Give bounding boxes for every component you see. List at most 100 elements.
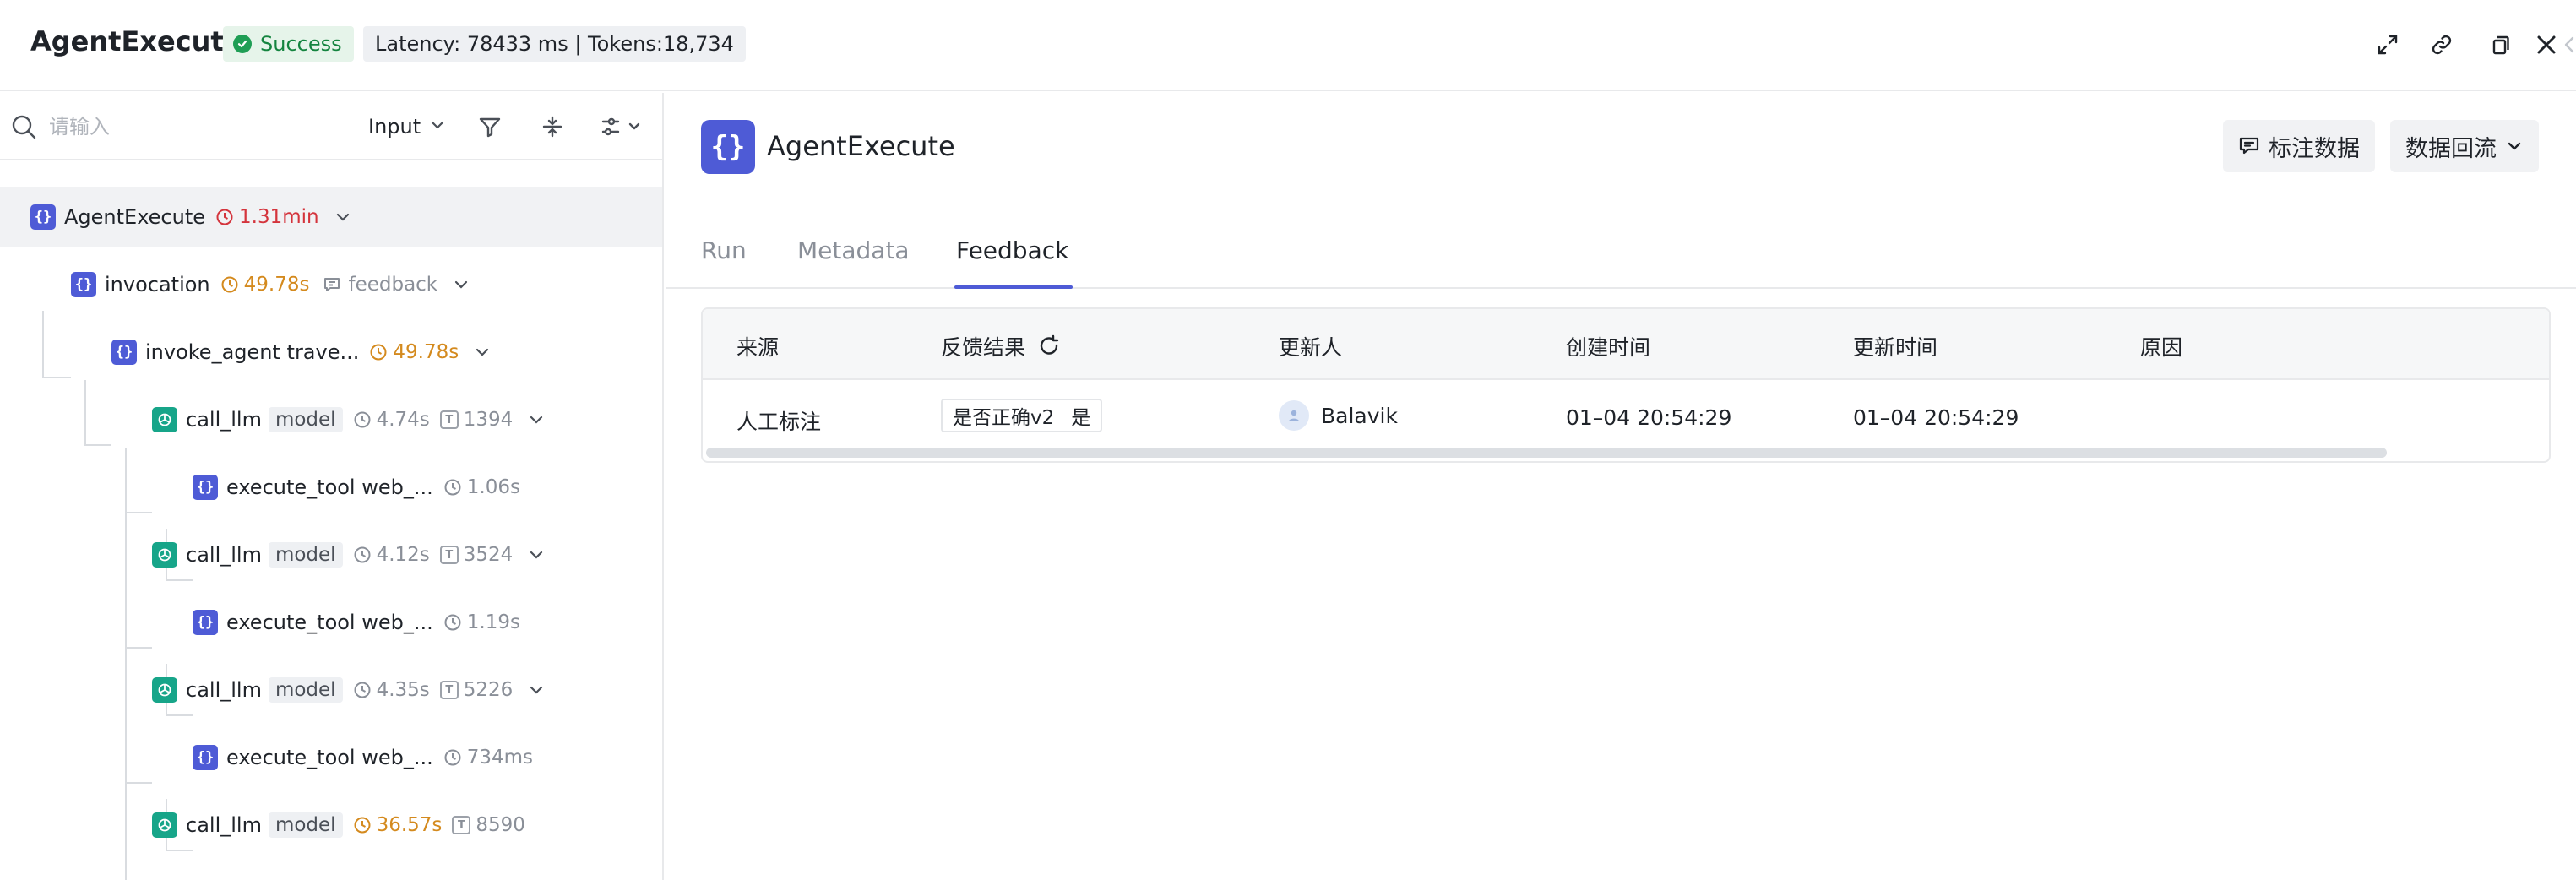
avatar <box>1279 400 1309 431</box>
chevron-down-icon[interactable] <box>526 680 546 700</box>
duration: 1.19s <box>443 611 520 633</box>
tree-node-invoke-agent[interactable]: {} invoke_agent trave... 49.78s <box>0 323 662 382</box>
duration: 4.35s <box>353 679 430 701</box>
chevron-down-icon[interactable] <box>526 410 546 430</box>
token-count: T 1394 <box>439 409 513 431</box>
tree-node-call-llm[interactable]: call_llm model 4.74s T 1394 <box>0 390 662 449</box>
duration: 49.78s <box>369 341 459 363</box>
close-icon[interactable] <box>2529 27 2564 62</box>
tab-feedback[interactable]: Feedback <box>956 236 1068 264</box>
cell-updater: Balavik <box>1279 399 1398 432</box>
duration: 734ms <box>443 747 533 769</box>
table-header: 来源 反馈结果 更新人 创建时间 更新时间 原因 <box>703 309 2549 380</box>
chevron-down-icon[interactable] <box>333 207 353 227</box>
braces-icon: {} <box>111 340 137 365</box>
column-header-source: 来源 <box>736 335 780 360</box>
clock-icon <box>444 614 461 631</box>
latency-tokens-badge: Latency: 78433 ms | Tokens:18,734 <box>363 26 746 62</box>
braces-icon: {} <box>701 120 755 174</box>
input-field-select[interactable]: Input <box>368 110 446 144</box>
chevron-down-icon <box>2508 142 2521 150</box>
llm-icon <box>152 677 177 703</box>
search-icon <box>10 113 37 140</box>
model-tag: model <box>268 542 343 568</box>
check-circle-icon <box>233 35 252 53</box>
braces-icon: {} <box>193 745 218 770</box>
filter-icon[interactable] <box>475 111 505 142</box>
tree-node-call-llm[interactable]: call_llm model 36.57s T 8590 <box>0 796 662 855</box>
tree-node-execute-tool[interactable]: {} execute_tool web_... 1.06s <box>0 458 662 517</box>
model-tag: model <box>268 677 343 703</box>
horizontal-scrollbar[interactable] <box>706 448 2387 458</box>
clock-icon <box>444 749 461 766</box>
clock-icon <box>354 682 371 698</box>
copy-icon[interactable] <box>2483 27 2519 62</box>
braces-icon: {} <box>30 204 56 230</box>
llm-icon <box>152 542 177 568</box>
expand-icon[interactable] <box>2370 27 2405 62</box>
tree-toolbar: Input <box>0 93 664 160</box>
detail-panel: {} AgentExecute 标注数据 数据回流 Run Metadata F… <box>666 93 2576 880</box>
cell-updated: 01–04 20:54:29 <box>1853 405 2019 430</box>
tab-metadata[interactable]: Metadata <box>797 236 910 264</box>
feedback-table: 来源 反馈结果 更新人 创建时间 更新时间 原因 人工标注 是否正确v2 是 B… <box>701 307 2551 463</box>
refresh-icon[interactable] <box>1037 334 1061 358</box>
status-text: Success <box>260 32 342 56</box>
duration: 1.31min <box>215 206 319 228</box>
clock-icon <box>354 546 371 563</box>
token-count: T 5226 <box>439 679 513 701</box>
clock-icon <box>444 479 461 496</box>
duration: 4.12s <box>353 544 430 566</box>
chevron-down-icon[interactable] <box>451 274 471 295</box>
clock-icon <box>216 209 233 225</box>
tree-node-execute-tool[interactable]: {} execute_tool web_... 734ms <box>0 728 662 787</box>
token-count: T 8590 <box>452 814 525 836</box>
tree-node-call-llm[interactable]: call_llm model 4.12s T 3524 <box>0 525 662 584</box>
model-tag: model <box>268 407 343 432</box>
model-tag: model <box>268 812 343 838</box>
tree-node-invocation[interactable]: {} invocation 49.78s feedback <box>0 255 662 314</box>
status-badge: Success <box>223 26 354 62</box>
top-header: AgentExecute Success Latency: 78433 ms |… <box>0 0 2576 91</box>
search-input[interactable] <box>49 108 328 145</box>
data-backflow-button[interactable]: 数据回流 <box>2390 120 2539 172</box>
link-icon[interactable] <box>2424 27 2459 62</box>
column-header-updated: 更新时间 <box>1853 335 1938 360</box>
clock-icon <box>221 276 238 293</box>
token-count: T 3524 <box>439 544 513 566</box>
clock-icon <box>354 817 371 834</box>
input-select-label: Input <box>368 115 421 139</box>
detail-title: AgentExecute <box>767 130 955 162</box>
feedback-tag: 是否正确v2 是 <box>941 399 1103 432</box>
llm-icon <box>152 407 177 432</box>
duration: 49.78s <box>220 274 309 296</box>
active-tab-indicator <box>954 285 1073 289</box>
column-header-updater: 更新人 <box>1279 335 1343 360</box>
braces-icon: {} <box>71 272 96 297</box>
cell-feedback: 是否正确v2 是 <box>941 399 1103 432</box>
detail-tabs: Run Metadata Feedback <box>666 218 2576 289</box>
llm-icon <box>152 812 177 838</box>
clock-icon <box>354 411 371 428</box>
chevron-down-icon[interactable] <box>472 342 492 362</box>
tree-node-agentexecute[interactable]: {} AgentExecute 1.31min <box>0 187 662 247</box>
feedback-indicator: feedback <box>323 274 437 296</box>
page-title: AgentExecute <box>30 25 242 57</box>
tree-node-call-llm[interactable]: call_llm model 4.35s T 5226 <box>0 660 662 720</box>
column-header-feedback: 反馈结果 <box>941 331 1061 361</box>
annotate-data-button[interactable]: 标注数据 <box>2223 120 2375 172</box>
trace-tree-panel: Input {} AgentExecute 1.31min <box>0 93 664 880</box>
token-icon: T <box>439 681 459 699</box>
annotate-icon <box>2239 137 2259 155</box>
collapse-all-icon[interactable] <box>537 111 568 142</box>
duration: 36.57s <box>353 814 442 836</box>
settings-switch-icon[interactable] <box>598 111 649 142</box>
tree-node-execute-tool[interactable]: {} execute_tool web_... 1.19s <box>0 593 662 652</box>
duration: 1.06s <box>443 476 520 498</box>
column-header-reason: 原因 <box>2140 335 2183 360</box>
cell-created: 01–04 20:54:29 <box>1566 405 1732 430</box>
chevron-down-icon[interactable] <box>526 545 546 565</box>
braces-icon: {} <box>193 475 218 500</box>
tab-run[interactable]: Run <box>701 236 747 264</box>
token-icon: T <box>439 546 459 564</box>
